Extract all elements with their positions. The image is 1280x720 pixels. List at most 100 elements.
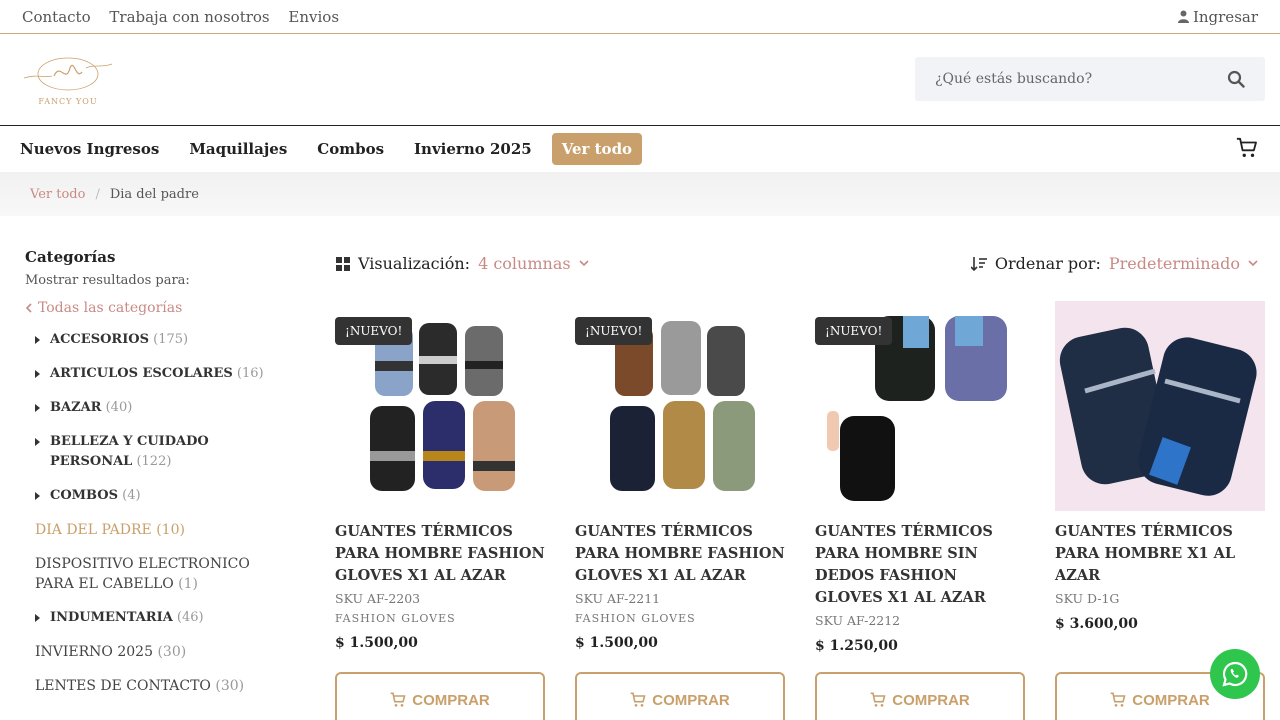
all-categories-link[interactable]: Todas las categorías: [25, 300, 285, 316]
caret-right-icon: [35, 492, 40, 500]
caret-right-icon: [35, 336, 40, 344]
cart-icon: [630, 692, 646, 707]
user-icon: [1177, 10, 1189, 23]
chevron-down-icon: [1248, 260, 1258, 267]
category-indumentaria[interactable]: INDUMENTARIA (46): [25, 608, 285, 628]
cart-icon[interactable]: [1236, 137, 1258, 159]
product-price: $ 1.500,00: [335, 635, 418, 651]
new-badge: ¡NUEVO!: [575, 317, 653, 345]
product-card[interactable]: ¡NUEVO! GUANTES TÉRMICOS PARA HOMBRE SIN…: [815, 301, 1025, 654]
caret-right-icon: [35, 438, 40, 446]
main-nav: Nuevos Ingresos Maquillajes Combos Invie…: [0, 126, 1280, 172]
grid-icon: [336, 256, 350, 271]
breadcrumb-current: Dia del padre: [109, 186, 199, 202]
buy-button[interactable]: COMPRAR: [575, 672, 785, 720]
caret-right-icon: [35, 614, 40, 622]
buy-label: COMPRAR: [892, 691, 970, 709]
whatsapp-button[interactable]: [1210, 649, 1260, 699]
product-brand: FASHION GLOVES: [335, 612, 456, 625]
buy-label: COMPRAR: [652, 691, 730, 709]
product-image[interactable]: [1055, 301, 1265, 511]
category-name: DIA DEL PADRE: [35, 522, 152, 538]
category-belleza[interactable]: BELLEZA Y CUIDADO PERSONAL (122): [25, 432, 285, 472]
sort-selector[interactable]: Ordenar por: Predeterminado: [970, 254, 1258, 273]
shipping-link[interactable]: Envios: [288, 8, 339, 26]
cart-icon: [1110, 692, 1126, 707]
category-dia-del-padre[interactable]: DIA DEL PADRE (10): [25, 520, 285, 540]
chevron-down-icon: [579, 260, 589, 267]
gloves-image: [1059, 327, 1257, 496]
category-count: (1): [178, 576, 199, 592]
product-image[interactable]: ¡NUEVO!: [575, 301, 785, 511]
category-invierno-2025[interactable]: INVIERNO 2025 (30): [25, 642, 285, 662]
category-name: ACCESORIOS: [50, 332, 149, 347]
product-image[interactable]: ¡NUEVO!: [335, 301, 545, 511]
buy-label: COMPRAR: [1132, 691, 1210, 709]
header: FANCY YOU: [0, 34, 1280, 126]
category-count: (122): [136, 454, 172, 469]
nav-item-nuevos-ingresos[interactable]: Nuevos Ingresos: [20, 140, 159, 158]
product-image[interactable]: ¡NUEVO!: [815, 301, 1025, 511]
product-price: $ 1.250,00: [815, 638, 898, 654]
nav-item-invierno-2025[interactable]: Invierno 2025: [414, 140, 532, 158]
product-name[interactable]: GUANTES TÉRMICOS PARA HOMBRE SIN DEDOS F…: [815, 521, 1025, 609]
view-value: 4 columnas: [478, 254, 571, 273]
category-combos[interactable]: COMBOS (4): [25, 486, 285, 506]
search-icon[interactable]: [1227, 70, 1245, 88]
sidebar-subtitle: Mostrar resultados para:: [25, 273, 190, 288]
category-count: (16): [236, 366, 264, 381]
buy-button[interactable]: COMPRAR: [335, 672, 545, 720]
caret-right-icon: [35, 370, 40, 378]
sort-label: Ordenar por:: [994, 254, 1101, 273]
category-name: INDUMENTARIA: [50, 610, 173, 625]
product-name[interactable]: GUANTES TÉRMICOS PARA HOMBRE FASHION GLO…: [335, 521, 545, 587]
category-name: ARTICULOS ESCOLARES: [50, 366, 233, 381]
all-categories-label: Todas las categorías: [38, 300, 183, 316]
new-badge: ¡NUEVO!: [335, 317, 413, 345]
product-card[interactable]: ¡NUEVO! GUANTES TÉRMICOS PARA HOMBRE FAS…: [575, 301, 785, 651]
nav-item-maquillajes[interactable]: Maquillajes: [189, 140, 287, 158]
cart-icon: [390, 692, 406, 707]
category-count: (46): [176, 610, 204, 625]
category-count: (30): [215, 678, 245, 694]
product-name[interactable]: GUANTES TÉRMICOS PARA HOMBRE FASHION GLO…: [575, 521, 785, 587]
category-count: (40): [105, 400, 133, 415]
product-sku: SKU AF-2203: [335, 591, 421, 606]
brand-logo[interactable]: FANCY YOU: [16, 54, 120, 108]
category-bazar[interactable]: BAZAR (40): [25, 398, 285, 418]
buy-button[interactable]: COMPRAR: [815, 672, 1025, 720]
product-card[interactable]: GUANTES TÉRMICOS PARA HOMBRE X1 AL AZAR …: [1055, 301, 1265, 632]
category-articulos-escolares[interactable]: ARTICULOS ESCOLARES (16): [25, 364, 285, 384]
product-price: $ 1.500,00: [575, 635, 658, 651]
search-input[interactable]: [935, 71, 1227, 87]
product-price: $ 3.600,00: [1055, 616, 1138, 632]
cart-icon: [870, 692, 886, 707]
work-with-us-link[interactable]: Trabaja con nosotros: [109, 8, 269, 26]
category-dispositivo-electronico[interactable]: DISPOSITIVO ELECTRONICO PARA EL CABELLO …: [25, 554, 285, 594]
product-card[interactable]: ¡NUEVO! GUANTES TÉRMICOS PARA HOMBRE FAS…: [335, 301, 545, 651]
category-accesorios[interactable]: ACCESORIOS (175): [25, 330, 285, 350]
new-badge: ¡NUEVO!: [815, 317, 893, 345]
product-sku: SKU D-1G: [1055, 591, 1120, 606]
login-link[interactable]: Ingresar: [1177, 8, 1258, 26]
breadcrumb-separator: /: [95, 186, 100, 202]
view-selector[interactable]: Visualización: 4 columnas: [336, 254, 589, 273]
nav-item-ver-todo[interactable]: Ver todo: [551, 133, 643, 165]
category-name: BELLEZA Y CUIDADO PERSONAL: [50, 434, 209, 469]
category-count: (10): [156, 522, 185, 538]
search-bar: [915, 57, 1265, 101]
product-name[interactable]: GUANTES TÉRMICOS PARA HOMBRE X1 AL AZAR: [1055, 521, 1265, 587]
product-sku: SKU AF-2212: [815, 613, 901, 628]
breadcrumb-link-ver-todo[interactable]: Ver todo: [30, 187, 85, 202]
category-lentes-de-contacto[interactable]: LENTES DE CONTACTO (30): [25, 676, 285, 696]
product-brand: FASHION GLOVES: [575, 612, 696, 625]
sort-icon: [970, 256, 987, 271]
view-label: Visualización:: [358, 254, 471, 273]
category-name: BAZAR: [50, 400, 102, 415]
contact-link[interactable]: Contacto: [22, 8, 91, 26]
category-sidebar: Categorías Mostrar resultados para: Toda…: [25, 248, 285, 710]
logo-text: FANCY YOU: [38, 97, 97, 106]
breadcrumb: Ver todo / Dia del padre: [0, 172, 1280, 216]
sort-value: Predeterminado: [1108, 254, 1240, 273]
nav-item-combos[interactable]: Combos: [317, 140, 384, 158]
